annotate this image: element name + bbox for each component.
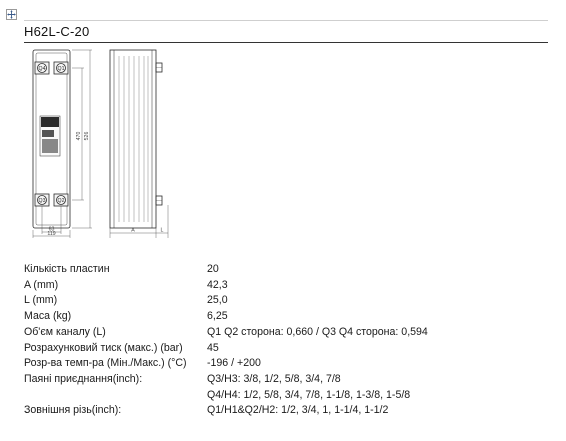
spec-value: 45 <box>207 341 219 354</box>
spec-value: 42,3 <box>207 278 228 291</box>
spec-row-plates: Кількість пластин 20 <box>24 262 554 278</box>
port-label-q2: Q2 <box>58 198 65 204</box>
spec-label: A (mm) <box>24 278 59 291</box>
dim-l-label: L <box>161 228 164 234</box>
spec-value: Q1/H1&Q2/H2: 1/2, 3/4, 1, 1-1/4, 1-1/2 <box>207 404 389 417</box>
spec-value: 25,0 <box>207 294 228 307</box>
title-divider <box>24 42 548 43</box>
dim-height-inner: 470 <box>76 132 82 141</box>
port-label-q3: Q3 <box>39 198 46 204</box>
port-label-q1: Q1 <box>58 66 65 72</box>
spec-label: Розр-ва темп-ра (Мін./Макс.) (°C) <box>24 357 187 370</box>
spec-label: Маса (kg) <box>24 310 72 323</box>
spec-label: Розрахунковий тиск (макс.) (bar) <box>24 341 183 354</box>
spec-value: Q1 Q2 сторона: 0,660 / Q3 Q4 сторона: 0,… <box>207 325 428 338</box>
spec-label: Зовнішня різь(inch): <box>24 404 122 417</box>
spec-label: Об'єм каналу (L) <box>24 325 106 338</box>
dim-a-label: A <box>131 228 135 234</box>
side-view <box>109 49 163 229</box>
heat-exchanger-drawing: Q4 Q1 Q3 Q2 470 526 63 119 A L <box>32 49 169 238</box>
spec-row-l: L (mm) 25,0 <box>24 293 554 309</box>
spec-value: Q3/H3: 3/8, 1/2, 5/8, 3/4, 7/8 <box>207 372 341 385</box>
spec-row-volume: Об'єм каналу (L) Q1 Q2 сторона: 0,660 / … <box>24 325 554 341</box>
spec-row-temperature: Розр-ва темп-ра (Мін./Макс.) (°C) -196 /… <box>24 356 554 372</box>
spec-row-brazed-connections: Паяні приєднання(inch): Q3/H3: 3/8, 1/2,… <box>24 372 554 403</box>
port-label-q4: Q4 <box>39 66 46 72</box>
dim-width-outer: 119 <box>47 231 55 237</box>
spec-value: 6,25 <box>207 310 228 323</box>
spec-table: Кількість пластин 20 A (mm) 42,3 L (mm) … <box>24 262 554 419</box>
document-title: H62L-C-20 <box>24 24 90 39</box>
spec-value: 20 <box>207 263 219 275</box>
dim-height-outer: 526 <box>84 132 90 141</box>
spec-row-a: A (mm) 42,3 <box>24 278 554 294</box>
title-top-border <box>24 20 548 21</box>
spec-row-mass: Маса (kg) 6,25 <box>24 309 554 325</box>
spec-label: L (mm) <box>24 294 58 307</box>
spec-row-external-thread: Зовнішня різь(inch): Q1/H1&Q2/H2: 1/2, 3… <box>24 403 554 419</box>
table-move-handle-icon[interactable] <box>6 9 17 20</box>
spec-value: -196 / +200 <box>207 357 261 370</box>
spec-label: Паяні приєднання(inch): <box>24 372 143 385</box>
spec-value: Q4/H4: 1/2, 5/8, 3/4, 7/8, 1-1/8, 1-3/8,… <box>207 388 411 401</box>
spec-row-pressure: Розрахунковий тиск (макс.) (bar) 45 <box>24 341 554 357</box>
spec-label: Кількість пластин <box>24 263 110 275</box>
